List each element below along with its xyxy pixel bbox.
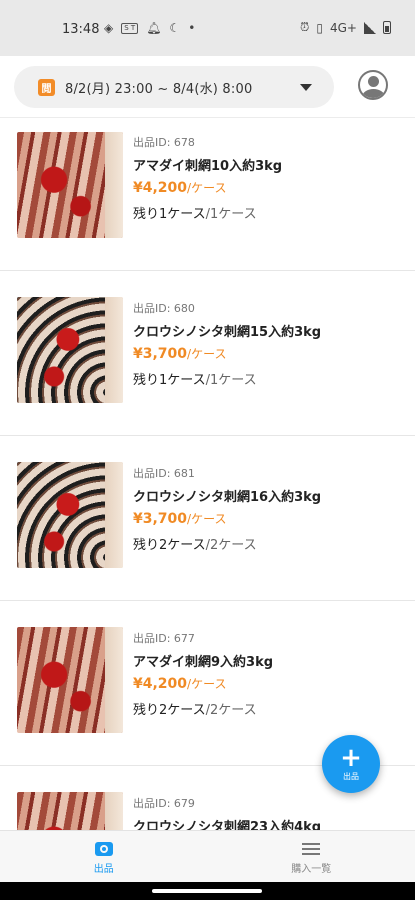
sync-icon: ◈ (104, 21, 114, 35)
badge-icon: S T (121, 22, 139, 34)
period-text: 8/2(月) 23:00 ~ 8/4(水) 8:00 (65, 81, 253, 97)
battery-icon (383, 21, 391, 34)
listing-id: 出品ID: 677 (133, 632, 195, 645)
bell-icon: 🔔︎ (146, 21, 162, 35)
product-name: クロウシノシタ刺網16入約3kg (133, 490, 322, 505)
product-price: ¥3,700/ケース (133, 510, 321, 530)
product-name: アマダイ刺網10入約3kg (133, 159, 283, 174)
stock-total: /1ケース (205, 207, 257, 222)
app-header: 閲 8/2(月) 23:00 ~ 8/4(水) 8:00 (0, 56, 415, 118)
product-info: 出品ID: 679 クロウシノシタ刺網23入約4kg (133, 795, 321, 830)
dot-icon: • (188, 21, 196, 35)
product-thumbnail (17, 627, 123, 733)
stock-total: /2ケース (205, 538, 257, 553)
add-listing-label: 出品 (343, 772, 359, 781)
list-item[interactable]: 出品ID: 680 クロウシノシタ刺網15入約3kg ¥3,700/ケース 残り… (0, 271, 415, 436)
system-gesture-bar (0, 882, 415, 900)
listing-id: 出品ID: 678 (133, 136, 195, 149)
listing-id: 出品ID: 679 (133, 797, 195, 810)
status-bar: 13:48 ◈ S T 🔔︎ ☾ • ⏰︎ ▯ 4G+ (0, 0, 415, 56)
product-name: クロウシノシタ刺網15入約3kg (133, 325, 322, 340)
stock-remaining: 残り1ケース (133, 373, 206, 388)
stock-remaining: 残り2ケース (133, 703, 206, 718)
list-icon (302, 842, 321, 856)
price-unit: /ケース (187, 512, 227, 526)
network-label: 4G+ (330, 20, 357, 35)
price-amount: ¥3,700 (133, 346, 188, 362)
list-item[interactable]: 出品ID: 678 アマダイ刺網10入約3kg ¥4,200/ケース 残り1ケー… (0, 118, 415, 271)
camera-icon (94, 842, 113, 856)
stock-status: 残り2ケース/2ケース (133, 699, 273, 718)
product-info: 出品ID: 680 クロウシノシタ刺網15入約3kg ¥3,700/ケース 残り… (133, 300, 322, 388)
stock-status: 残り1ケース/1ケース (133, 203, 282, 222)
stock-total: /1ケース (205, 373, 257, 388)
tab-purchase-list-label: 購入一覧 (291, 864, 332, 875)
product-thumbnail (17, 792, 123, 830)
product-thumbnail (17, 297, 123, 403)
alarm-icon: ⏰︎ (300, 20, 310, 34)
stock-total: /2ケース (205, 703, 257, 718)
status-time: 13:48 (62, 22, 100, 37)
moon-icon: ☾ (169, 21, 181, 35)
price-unit: /ケース (187, 181, 227, 195)
listing-list: 出品ID: 678 アマダイ刺網10入約3kg ¥4,200/ケース 残り1ケー… (0, 118, 415, 830)
price-amount: ¥4,200 (133, 180, 188, 196)
stock-status: 残り2ケース/2ケース (133, 534, 321, 553)
price-amount: ¥4,200 (133, 676, 188, 692)
product-thumbnail (17, 132, 123, 238)
price-unit: /ケース (187, 677, 227, 691)
stock-remaining: 残り1ケース (133, 207, 206, 222)
product-info: 出品ID: 678 アマダイ刺網10入約3kg ¥4,200/ケース 残り1ケー… (133, 134, 283, 222)
period-selector[interactable]: 閲 8/2(月) 23:00 ~ 8/4(水) 8:00 (14, 66, 334, 108)
add-listing-button[interactable]: + 出品 (322, 735, 380, 793)
status-icons-right: ⏰︎ ▯ 4G+ (300, 20, 391, 35)
vibrate-icon: ▯ (316, 20, 323, 35)
calendar-icon: 閲 (38, 78, 55, 96)
price-unit: /ケース (187, 347, 227, 361)
home-gesture-handle[interactable] (152, 889, 262, 893)
product-name: クロウシノシタ刺網23入約4kg (133, 820, 322, 830)
listing-id: 出品ID: 680 (133, 302, 195, 315)
stock-remaining: 残り2ケース (133, 538, 206, 553)
tab-listing[interactable]: 出品 (0, 831, 208, 882)
product-info: 出品ID: 681 クロウシノシタ刺網16入約3kg ¥3,700/ケース 残り… (133, 465, 322, 553)
plus-icon: + (340, 743, 362, 773)
product-thumbnail (17, 462, 123, 568)
listing-id: 出品ID: 681 (133, 467, 195, 480)
signal-icon (364, 21, 376, 34)
product-info: 出品ID: 677 アマダイ刺網9入約3kg ¥4,200/ケース 残り2ケース… (133, 630, 274, 718)
product-price: ¥4,200/ケース (133, 179, 282, 199)
stock-status: 残り1ケース/1ケース (133, 369, 321, 388)
bottom-navigation: 出品 購入一覧 (0, 830, 415, 882)
tab-purchase-list[interactable]: 購入一覧 (208, 831, 415, 882)
list-item[interactable]: 出品ID: 681 クロウシノシタ刺網16入約3kg ¥3,700/ケース 残り… (0, 436, 415, 601)
product-price: ¥4,200/ケース (133, 675, 273, 695)
account-avatar-icon[interactable] (358, 70, 388, 100)
status-icons-left: ◈ S T 🔔︎ ☾ • (104, 21, 195, 35)
product-price: ¥3,700/ケース (133, 345, 321, 365)
price-amount: ¥3,700 (133, 511, 188, 527)
tab-listing-label: 出品 (93, 864, 114, 875)
dropdown-arrow-icon (300, 84, 312, 91)
product-name: アマダイ刺網9入約3kg (133, 655, 274, 670)
